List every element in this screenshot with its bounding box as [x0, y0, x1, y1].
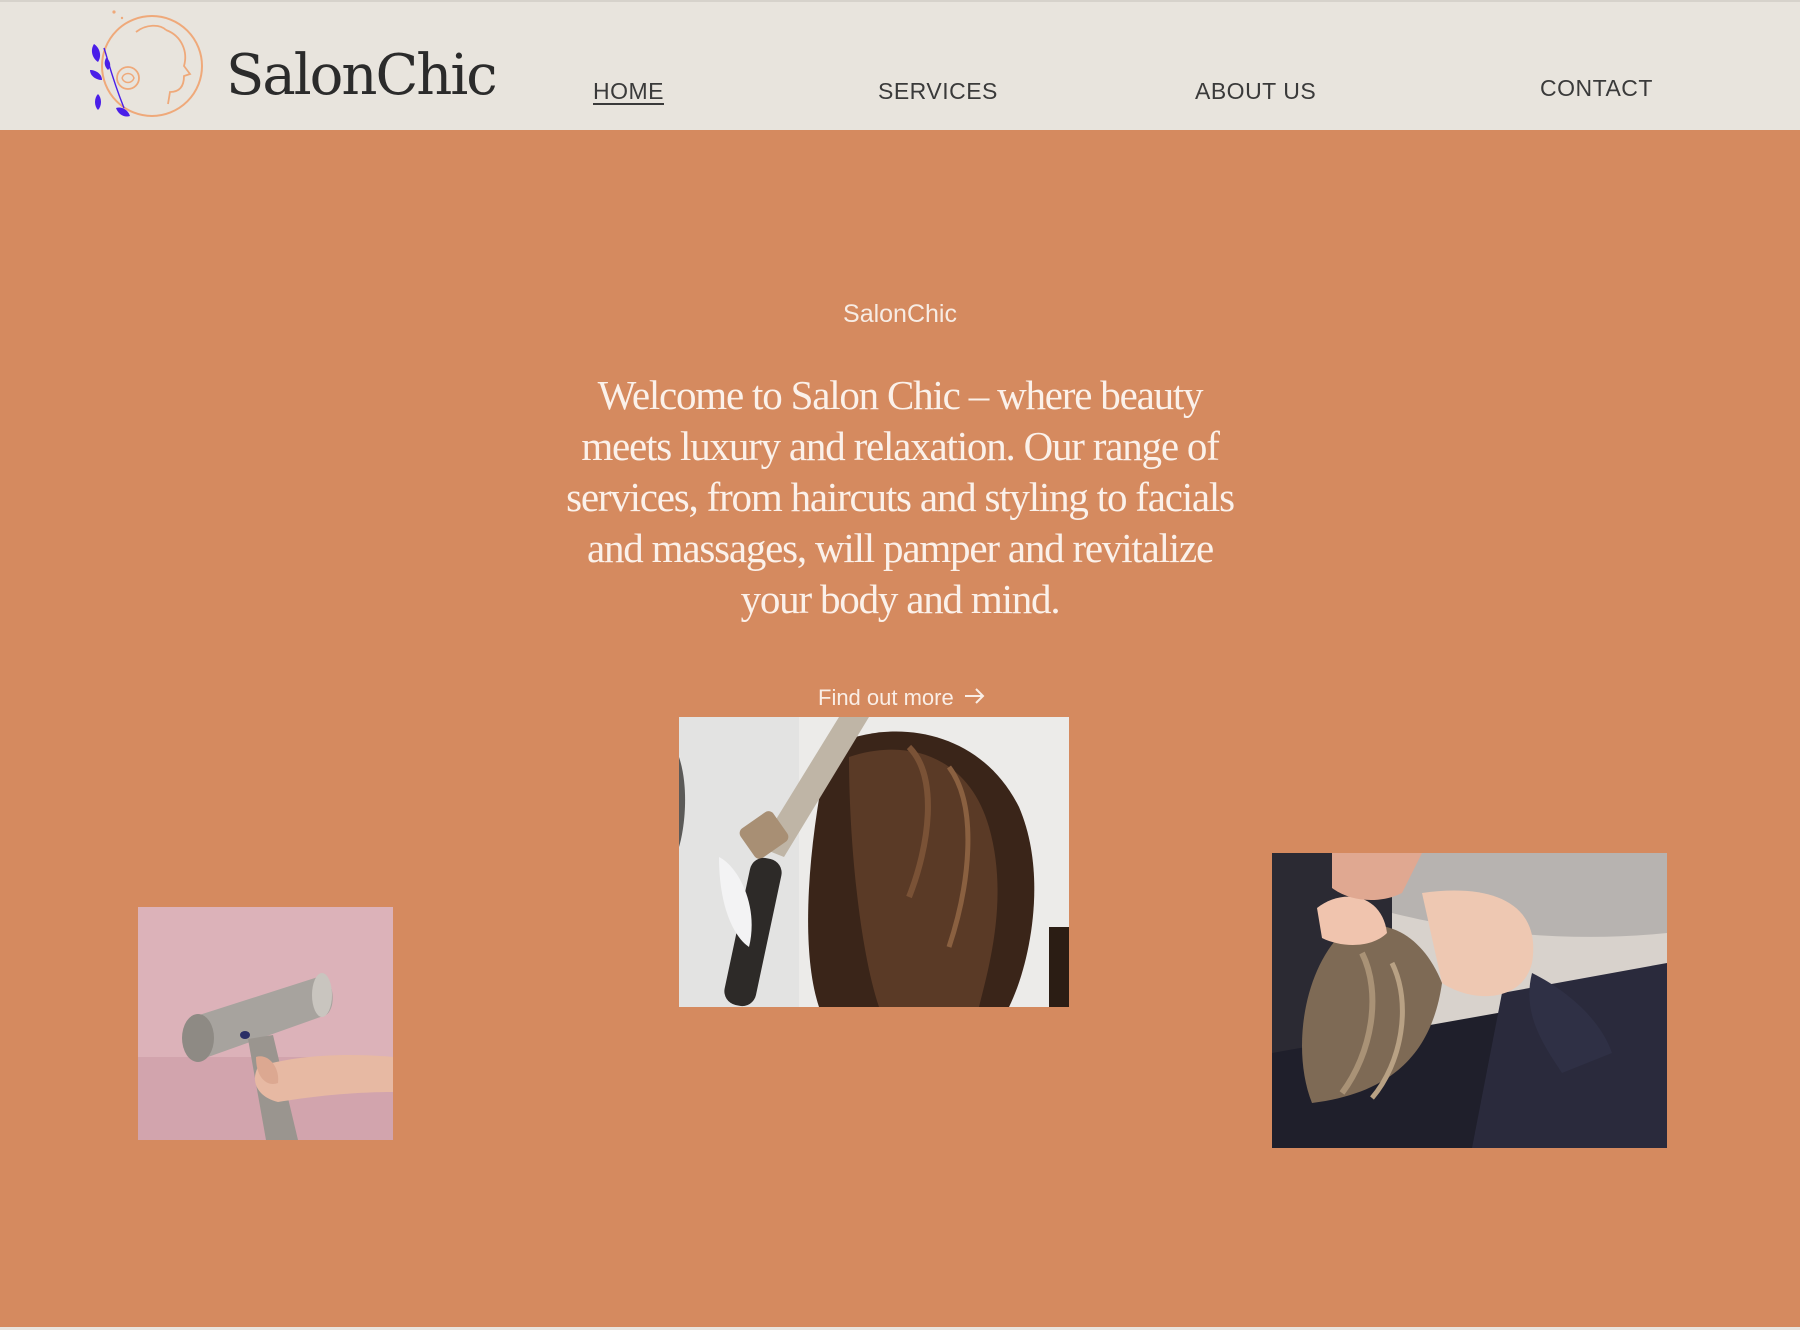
cta-label: Find out more — [818, 685, 954, 710]
hair-dryer-photo — [138, 907, 393, 1140]
logo-icon[interactable] — [84, 8, 214, 122]
site-header: SalonChic HOME SERVICES ABOUT US CONTACT — [0, 0, 1800, 130]
arrow-right-icon — [964, 685, 986, 711]
hair-washing-photo — [1272, 853, 1667, 1148]
brand-name[interactable]: SalonChic — [226, 48, 498, 104]
nav-services[interactable]: SERVICES — [878, 78, 998, 105]
hero-welcome-text: Welcome to Salon Chic – where beauty mee… — [566, 372, 1235, 622]
nav-contact[interactable]: CONTACT — [1540, 75, 1653, 102]
nav-home[interactable]: HOME — [593, 78, 664, 105]
hero-eyebrow: SalonChic — [843, 300, 957, 328]
hair-curling-photo — [679, 717, 1069, 1007]
nav-about-us[interactable]: ABOUT US — [1195, 78, 1316, 105]
find-out-more-link[interactable]: Find out more — [818, 685, 986, 711]
